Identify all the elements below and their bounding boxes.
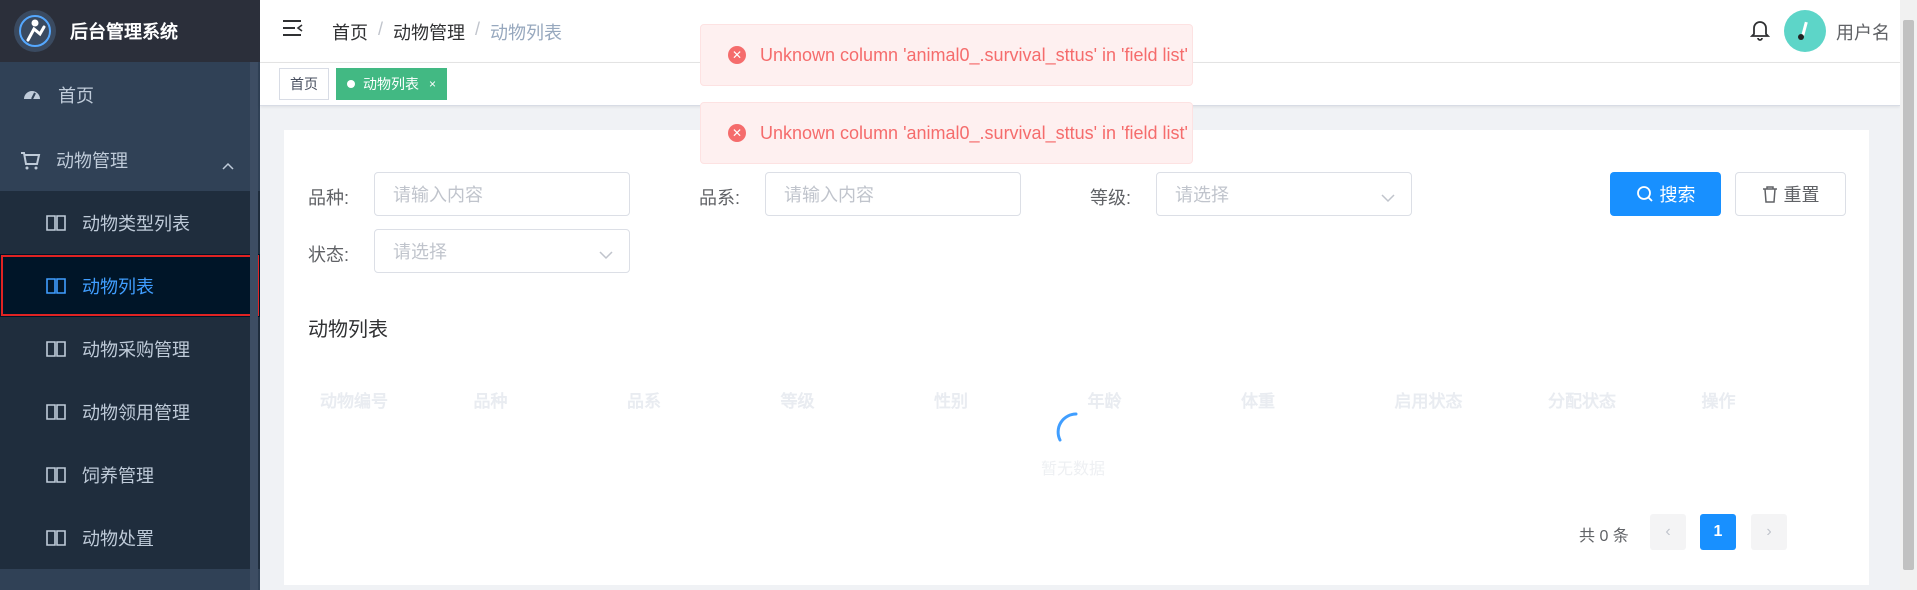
breadcrumb-separator: / [475,19,481,39]
search-icon [1636,186,1653,202]
tag-label: 首页 [290,76,318,92]
breadcrumb-separator: / [378,19,384,39]
chevron-right-icon: › [1766,523,1772,540]
error-message: Unknown column 'animal0_.survival_sttus'… [760,122,1188,143]
breadcrumb-current: 动物列表 [490,23,563,43]
chevron-down-icon [1381,187,1395,208]
sidebar-scrollbar[interactable] [250,62,258,590]
breed-placeholder: 请输入内容 [393,185,483,205]
sidebar-item-label: 动物处置 [82,528,154,549]
search-button[interactable]: 搜索 [1610,172,1721,216]
column-header: 品系 [627,391,661,411]
column-header: 体重 [1241,391,1275,411]
breed-input[interactable]: 请输入内容 [374,172,630,216]
page-scrollbar[interactable] [1900,0,1917,590]
username[interactable]: 用户名 [1836,19,1890,45]
column-header: 性别 [934,391,968,411]
column-header: 操作 [1701,391,1736,411]
column-header: 品种 [473,391,508,411]
sidebar-item-label: 动物类型列表 [82,213,190,234]
grade-select[interactable]: 请选择 [1156,172,1412,216]
reset-button[interactable]: 重置 [1735,172,1846,216]
sidebar: 后台管理系统 首页 动物管理 动物类型列表 动物列表 动物采购管理 动物领用管理… [0,0,260,590]
column-header: 动物编号 [320,391,388,411]
sidebar-group-animal-management[interactable]: 动物管理 [0,128,260,191]
status-label: 状态: [308,245,350,265]
book-icon [44,274,68,298]
trash-icon [1762,186,1777,203]
column-header: 等级 [780,391,815,411]
tag-home[interactable]: 首页 [279,68,329,100]
sidebar-item-label: 首页 [58,86,94,106]
tag-animal-list[interactable]: 动物列表 × [336,68,448,100]
sidebar-item-animal-purchase[interactable]: 动物采购管理 [0,317,260,380]
hamburger-icon[interactable] [282,18,304,43]
tag-label: 动物列表 [363,76,419,92]
sidebar-group-label: 动物管理 [56,150,128,171]
loading-spinner-icon [1054,410,1098,459]
dashboard-icon [20,83,44,107]
column-header: 年龄 [1087,391,1122,411]
strain-input[interactable]: 请输入内容 [765,172,1021,216]
error-icon: ✕ [728,124,746,142]
book-icon [44,463,68,487]
pagination-page-1[interactable]: 1 [1700,514,1736,550]
app-title: 后台管理系统 [70,22,178,42]
table-title: 动物列表 [308,319,388,341]
logo-icon [14,10,56,52]
chevron-down-icon [599,244,613,265]
empty-text: 暂无数据 [1041,461,1106,478]
chevron-left-icon: ‹ [1665,523,1671,540]
pagination-total: 共 0 条 [1579,528,1629,545]
sidebar-item-home[interactable]: 首页 [0,62,260,128]
close-icon[interactable]: × [429,77,436,91]
breadcrumb-home[interactable]: 首页 [332,19,368,45]
cart-icon [18,148,42,172]
book-icon [44,211,68,235]
error-icon: ✕ [728,46,746,64]
breadcrumb-animal-management[interactable]: 动物管理 [393,19,465,45]
breed-label: 品种: [308,188,350,208]
sidebar-item-animal-requisition[interactable]: 动物领用管理 [0,380,260,443]
logo-area[interactable]: 后台管理系统 [0,0,260,62]
chevron-up-icon [222,154,234,175]
error-toast: ✕ Unknown column 'animal0_.survival_sttu… [700,102,1193,164]
sidebar-item-label: 饲养管理 [82,465,154,486]
breadcrumb: 首页 / 动物管理 / 动物列表 [332,19,562,45]
grade-placeholder: 请选择 [1175,185,1229,205]
book-icon [44,337,68,361]
sidebar-item-label: 动物采购管理 [82,339,190,360]
submenu-animal-management: 动物类型列表 动物列表 动物采购管理 动物领用管理 饲养管理 动物处置 [0,191,260,569]
grade-label: 等级: [1090,188,1132,208]
active-dot [347,80,355,88]
sidebar-item-label: 动物列表 [82,276,154,297]
sidebar-item-animal-disposal[interactable]: 动物处置 [0,506,260,569]
book-icon [44,400,68,424]
pagination-prev-button[interactable]: ‹ [1650,514,1686,550]
error-toast: ✕ Unknown column 'animal0_.survival_sttu… [700,24,1193,86]
error-message: Unknown column 'animal0_.survival_sttus'… [760,44,1188,65]
strain-label: 品系: [699,188,741,208]
column-header: 启用状态 [1394,391,1463,411]
reset-button-label: 重置 [1783,185,1820,205]
status-placeholder: 请选择 [393,242,447,262]
strain-placeholder: 请输入内容 [784,185,874,205]
bell-icon[interactable] [1749,19,1771,46]
sidebar-item-feeding[interactable]: 饲养管理 [0,443,260,506]
sidebar-item-animal-types[interactable]: 动物类型列表 [0,191,260,254]
column-header: 分配状态 [1548,391,1616,411]
book-icon [44,526,68,550]
scrollbar-thumb[interactable] [1903,20,1914,570]
status-select[interactable]: 请选择 [374,229,630,273]
search-button-label: 搜索 [1659,185,1696,205]
avatar[interactable] [1784,10,1826,52]
sidebar-item-label: 动物领用管理 [82,402,190,423]
main-card: 品种: 请输入内容 品系: 请输入内容 等级: 请选择 搜索 重置 状态: 请选… [284,130,1869,585]
sidebar-item-animal-list[interactable]: 动物列表 [0,254,260,317]
pagination-next-button[interactable]: › [1751,514,1787,550]
